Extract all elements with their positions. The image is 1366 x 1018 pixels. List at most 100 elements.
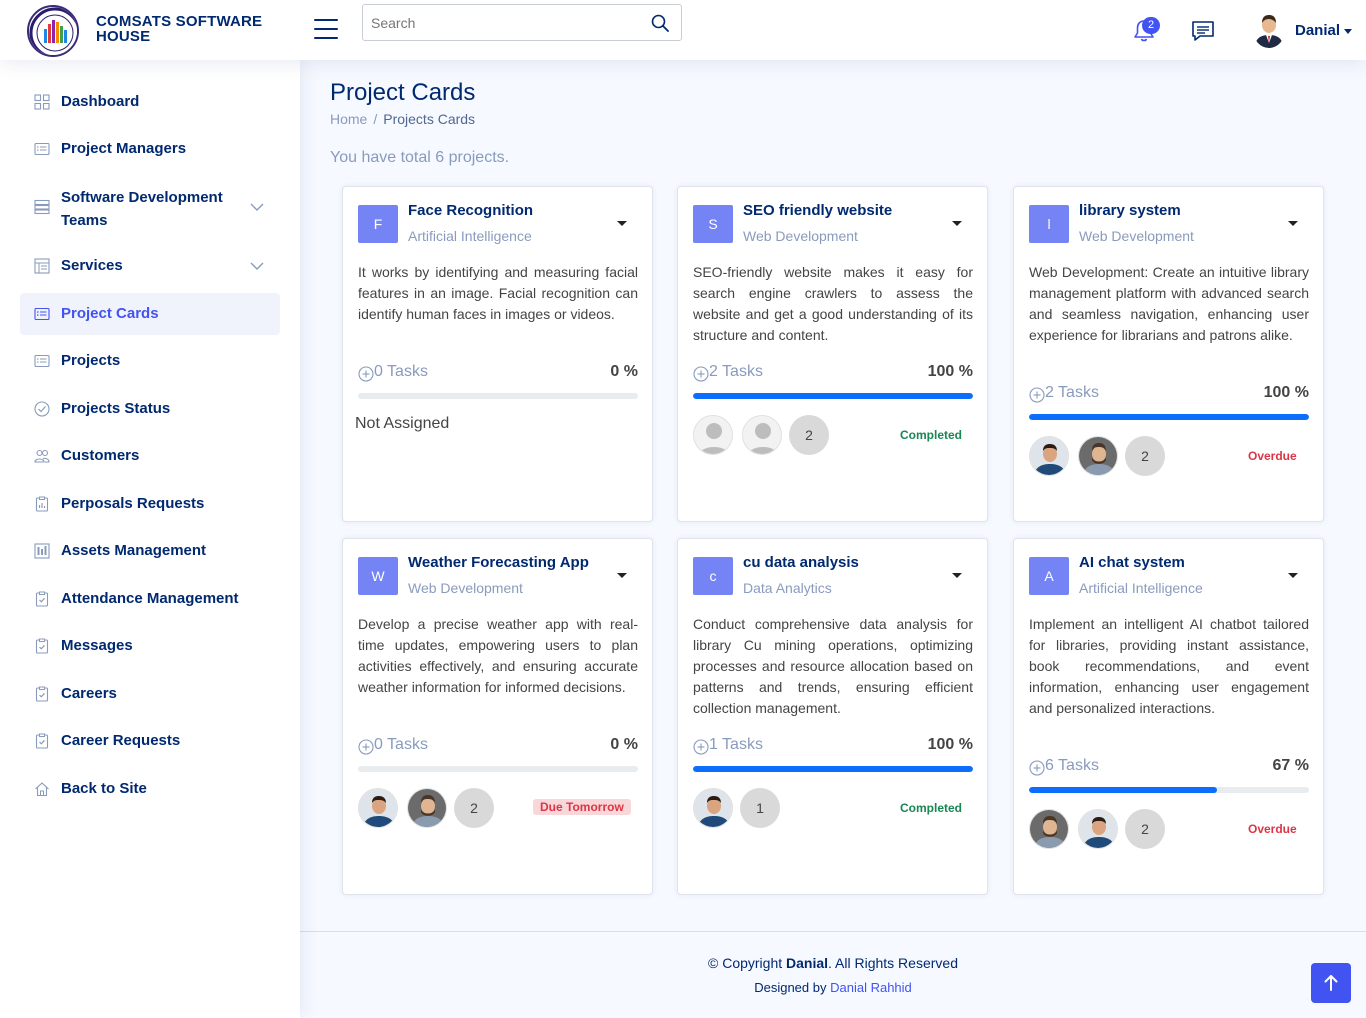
project-title[interactable]: library system [1079, 202, 1181, 219]
task-count: 0 Tasks [374, 736, 428, 753]
chevron-down-icon[interactable] [250, 203, 264, 211]
progress-fill [693, 766, 973, 772]
sidebar-item-software-development-teams[interactable]: Software Development Teams [20, 182, 280, 232]
plus-circle-icon[interactable] [693, 739, 709, 755]
sidebar-item-careers[interactable]: Careers [20, 673, 280, 715]
grid-icon [34, 94, 50, 110]
footer-divider [300, 931, 1366, 932]
member-avatar[interactable] [1078, 436, 1118, 476]
team-members: 2 Overdue [1029, 436, 1309, 476]
project-initial: c [693, 557, 733, 595]
back-to-top-button[interactable] [1311, 963, 1351, 1003]
progress-percent: 100 % [927, 736, 973, 753]
sidebar-item-label: Services [61, 257, 123, 274]
project-description: Develop a precise weather app with real-… [358, 616, 638, 695]
project-title[interactable]: Weather Forecasting App [408, 554, 589, 571]
sidebar-item-customers[interactable]: Customers [20, 435, 280, 477]
sidebar-item-project-managers[interactable]: Project Managers [20, 128, 280, 170]
search-bar [362, 4, 682, 41]
project-description: It works by identifying and measuring fa… [358, 264, 638, 322]
designed-prefix: Designed by [754, 980, 831, 995]
member-avatar[interactable] [407, 788, 447, 828]
plus-circle-icon[interactable] [1029, 760, 1045, 776]
progress-percent: 100 % [927, 363, 973, 380]
member-count[interactable]: 2 [1125, 809, 1165, 849]
sidebar-item-attendance-management[interactable]: Attendance Management [20, 578, 280, 620]
breadcrumb-current: Projects Cards [383, 111, 476, 127]
card-menu-caret-icon[interactable] [949, 568, 965, 584]
sidebar: Dashboard Project Managers Software Deve… [0, 60, 300, 1018]
task-count: 6 Tasks [1045, 757, 1099, 774]
designer-link[interactable]: Danial Rahhid [830, 980, 912, 995]
clipboard-check-icon [35, 591, 49, 607]
sidebar-item-dashboard[interactable]: Dashboard [20, 81, 280, 123]
project-title[interactable]: AI chat system [1079, 554, 1185, 571]
logo[interactable] [27, 5, 79, 57]
member-count[interactable]: 2 [1125, 436, 1165, 476]
member-avatar[interactable] [693, 788, 733, 828]
card-menu-caret-icon[interactable] [1285, 216, 1301, 232]
sidebar-item-projects-status[interactable]: Projects Status [20, 388, 280, 430]
projects-summary: You have total 6 projects. [330, 149, 510, 166]
member-count[interactable]: 1 [740, 788, 780, 828]
card-menu-caret-icon[interactable] [1285, 568, 1301, 584]
project-description: Implement an intelligent AI chatbot tail… [1029, 616, 1309, 716]
project-description: SEO-friendly website makes it easy for s… [693, 264, 973, 343]
sidebar-item-project-cards[interactable]: Project Cards [20, 293, 280, 335]
brand-name[interactable]: COMSATS SOFTWARE HOUSE [96, 14, 262, 44]
task-count: 2 Tasks [709, 363, 763, 380]
card-header: W Weather Forecasting App Web Developmen… [358, 554, 638, 598]
sidebar-item-career-requests[interactable]: Career Requests [20, 720, 280, 762]
member-avatar[interactable] [1078, 809, 1118, 849]
team-members: 2 Due Tomorrow [358, 788, 638, 828]
search-icon[interactable] [651, 14, 669, 32]
plus-circle-icon[interactable] [358, 366, 374, 382]
chevron-down-icon[interactable] [250, 262, 264, 270]
chat-icon[interactable] [1191, 19, 1215, 43]
member-avatar[interactable] [358, 788, 398, 828]
project-category: Web Development [743, 228, 858, 244]
project-description: Web Development: Create an intuitive lib… [1029, 264, 1309, 343]
breadcrumb-home-link[interactable]: Home [330, 111, 367, 127]
project-title[interactable]: SEO friendly website [743, 202, 892, 219]
sidebar-item-services[interactable]: Services [20, 245, 280, 287]
tasks-row: 2 Tasks 100 % [693, 363, 973, 385]
user-name: Danial [1295, 22, 1341, 39]
member-avatar[interactable] [1029, 436, 1069, 476]
sidebar-item-projects[interactable]: Projects [20, 340, 280, 382]
card-menu-caret-icon[interactable] [614, 568, 630, 584]
plus-circle-icon[interactable] [1029, 387, 1045, 403]
card-menu-caret-icon[interactable] [614, 216, 630, 232]
project-title[interactable]: Face Recognition [408, 202, 533, 219]
placeholder-avatar[interactable] [742, 415, 782, 455]
team-members: 1 Completed [693, 788, 973, 828]
card-list-icon [34, 354, 50, 368]
status-badge: Overdue [1248, 449, 1297, 463]
progress-percent: 67 % [1272, 757, 1309, 774]
house-icon [35, 782, 49, 797]
card-menu-caret-icon[interactable] [949, 216, 965, 232]
search-input[interactable] [371, 13, 641, 33]
user-avatar[interactable] [1253, 12, 1285, 48]
sidebar-item-label: Projects [61, 352, 121, 369]
sidebar-item-label: Careers [61, 685, 117, 702]
member-count[interactable]: 2 [789, 415, 829, 455]
sidebar-item-back-to-site[interactable]: Back to Site [20, 768, 280, 810]
user-menu[interactable]: Danial [1295, 22, 1353, 39]
project-title[interactable]: cu data analysis [743, 554, 859, 571]
plus-circle-icon[interactable] [358, 739, 374, 755]
member-count[interactable]: 2 [454, 788, 494, 828]
sidebar-item-label: Project Managers [61, 140, 187, 157]
status-badge: Overdue [1248, 822, 1297, 836]
sidebar-item-assets-management[interactable]: Assets Management [20, 530, 280, 572]
sidebar-item-messages[interactable]: Messages [20, 625, 280, 667]
sidebar-toggle-button[interactable] [314, 19, 338, 41]
placeholder-avatar[interactable] [693, 415, 733, 455]
plus-circle-icon[interactable] [693, 366, 709, 382]
project-category: Artificial Intelligence [408, 228, 532, 244]
member-avatar[interactable] [1029, 809, 1069, 849]
sidebar-item-label: Dashboard [61, 93, 140, 110]
sidebar-item-label: Perposals Requests [61, 495, 205, 512]
sidebar-item-perposals-requests[interactable]: Perposals Requests [20, 483, 280, 525]
copyright-text: © Copyright Danial. All Rights Reserved [300, 955, 1366, 971]
